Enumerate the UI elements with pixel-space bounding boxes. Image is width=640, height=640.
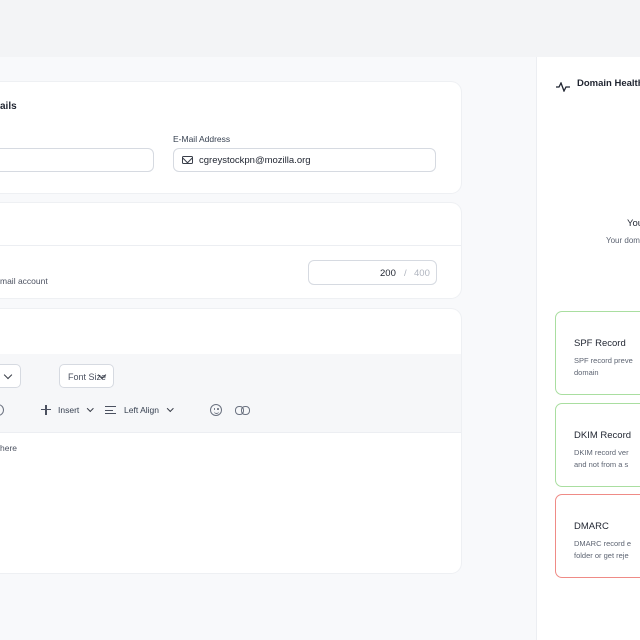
dmarc-desc-line1: DMARC record e [574,539,632,548]
align-left-icon [105,406,116,408]
domain-health-title: Domain Health [577,78,640,89]
quota-divider [0,245,461,246]
align-button[interactable]: Left Align [104,403,184,417]
editor-card [0,309,461,573]
font-family-select[interactable] [0,364,21,388]
email-value: cgreystockpn@mozilla.org [199,155,311,166]
top-bar [0,0,640,57]
email-label: E-Mail Address [173,134,231,144]
chevron-down-icon [87,405,94,412]
chevron-down-icon [167,405,174,412]
emoji-icon[interactable] [210,404,222,416]
spf-record-title: SPF Record [574,338,626,349]
font-size-select[interactable]: Font Size [59,364,114,388]
dkim-record-title: DKIM Record [574,430,632,441]
dmarc-desc-line2: folder or get reje [574,551,629,560]
details-card [0,82,461,193]
align-label: Left Align [124,405,159,415]
name-input[interactable] [0,148,154,172]
spf-record-desc-line1: SPF record preve [574,356,633,365]
editor-divider [0,432,461,433]
email-input[interactable]: cgreystockpn@mozilla.org [173,148,436,172]
quota-max: 400 [414,268,430,279]
quota-separator: / [404,268,407,279]
dkim-record-desc-line2: and not from a s [574,460,629,469]
dmarc-title: DMARC [574,521,609,532]
activity-icon [556,79,570,93]
link-icon[interactable] [235,406,250,415]
insert-label: Insert [58,405,80,415]
details-card-title: ails [0,101,17,112]
dkim-record-desc-line1: DKIM record ver [574,448,629,457]
spf-record-desc-line2: domain [574,368,599,377]
quota-description: mail account [0,276,48,286]
dkim-record-card[interactable]: DKIM Record DKIM record ver and not from… [555,403,640,487]
health-summary-desc: Your dom [606,236,640,245]
insert-button[interactable]: Insert [40,403,106,417]
mail-icon [182,156,193,164]
dmarc-card[interactable]: DMARC DMARC record e folder or get reje [555,494,640,578]
quota-input[interactable]: 200 / 400 [308,260,437,285]
chevron-down-icon [3,370,13,380]
quota-value: 200 [380,268,396,279]
editor-placeholder[interactable]: here [0,443,17,453]
health-summary-title: You [627,218,640,229]
spf-record-card[interactable]: SPF Record SPF record preve domain [555,311,640,395]
